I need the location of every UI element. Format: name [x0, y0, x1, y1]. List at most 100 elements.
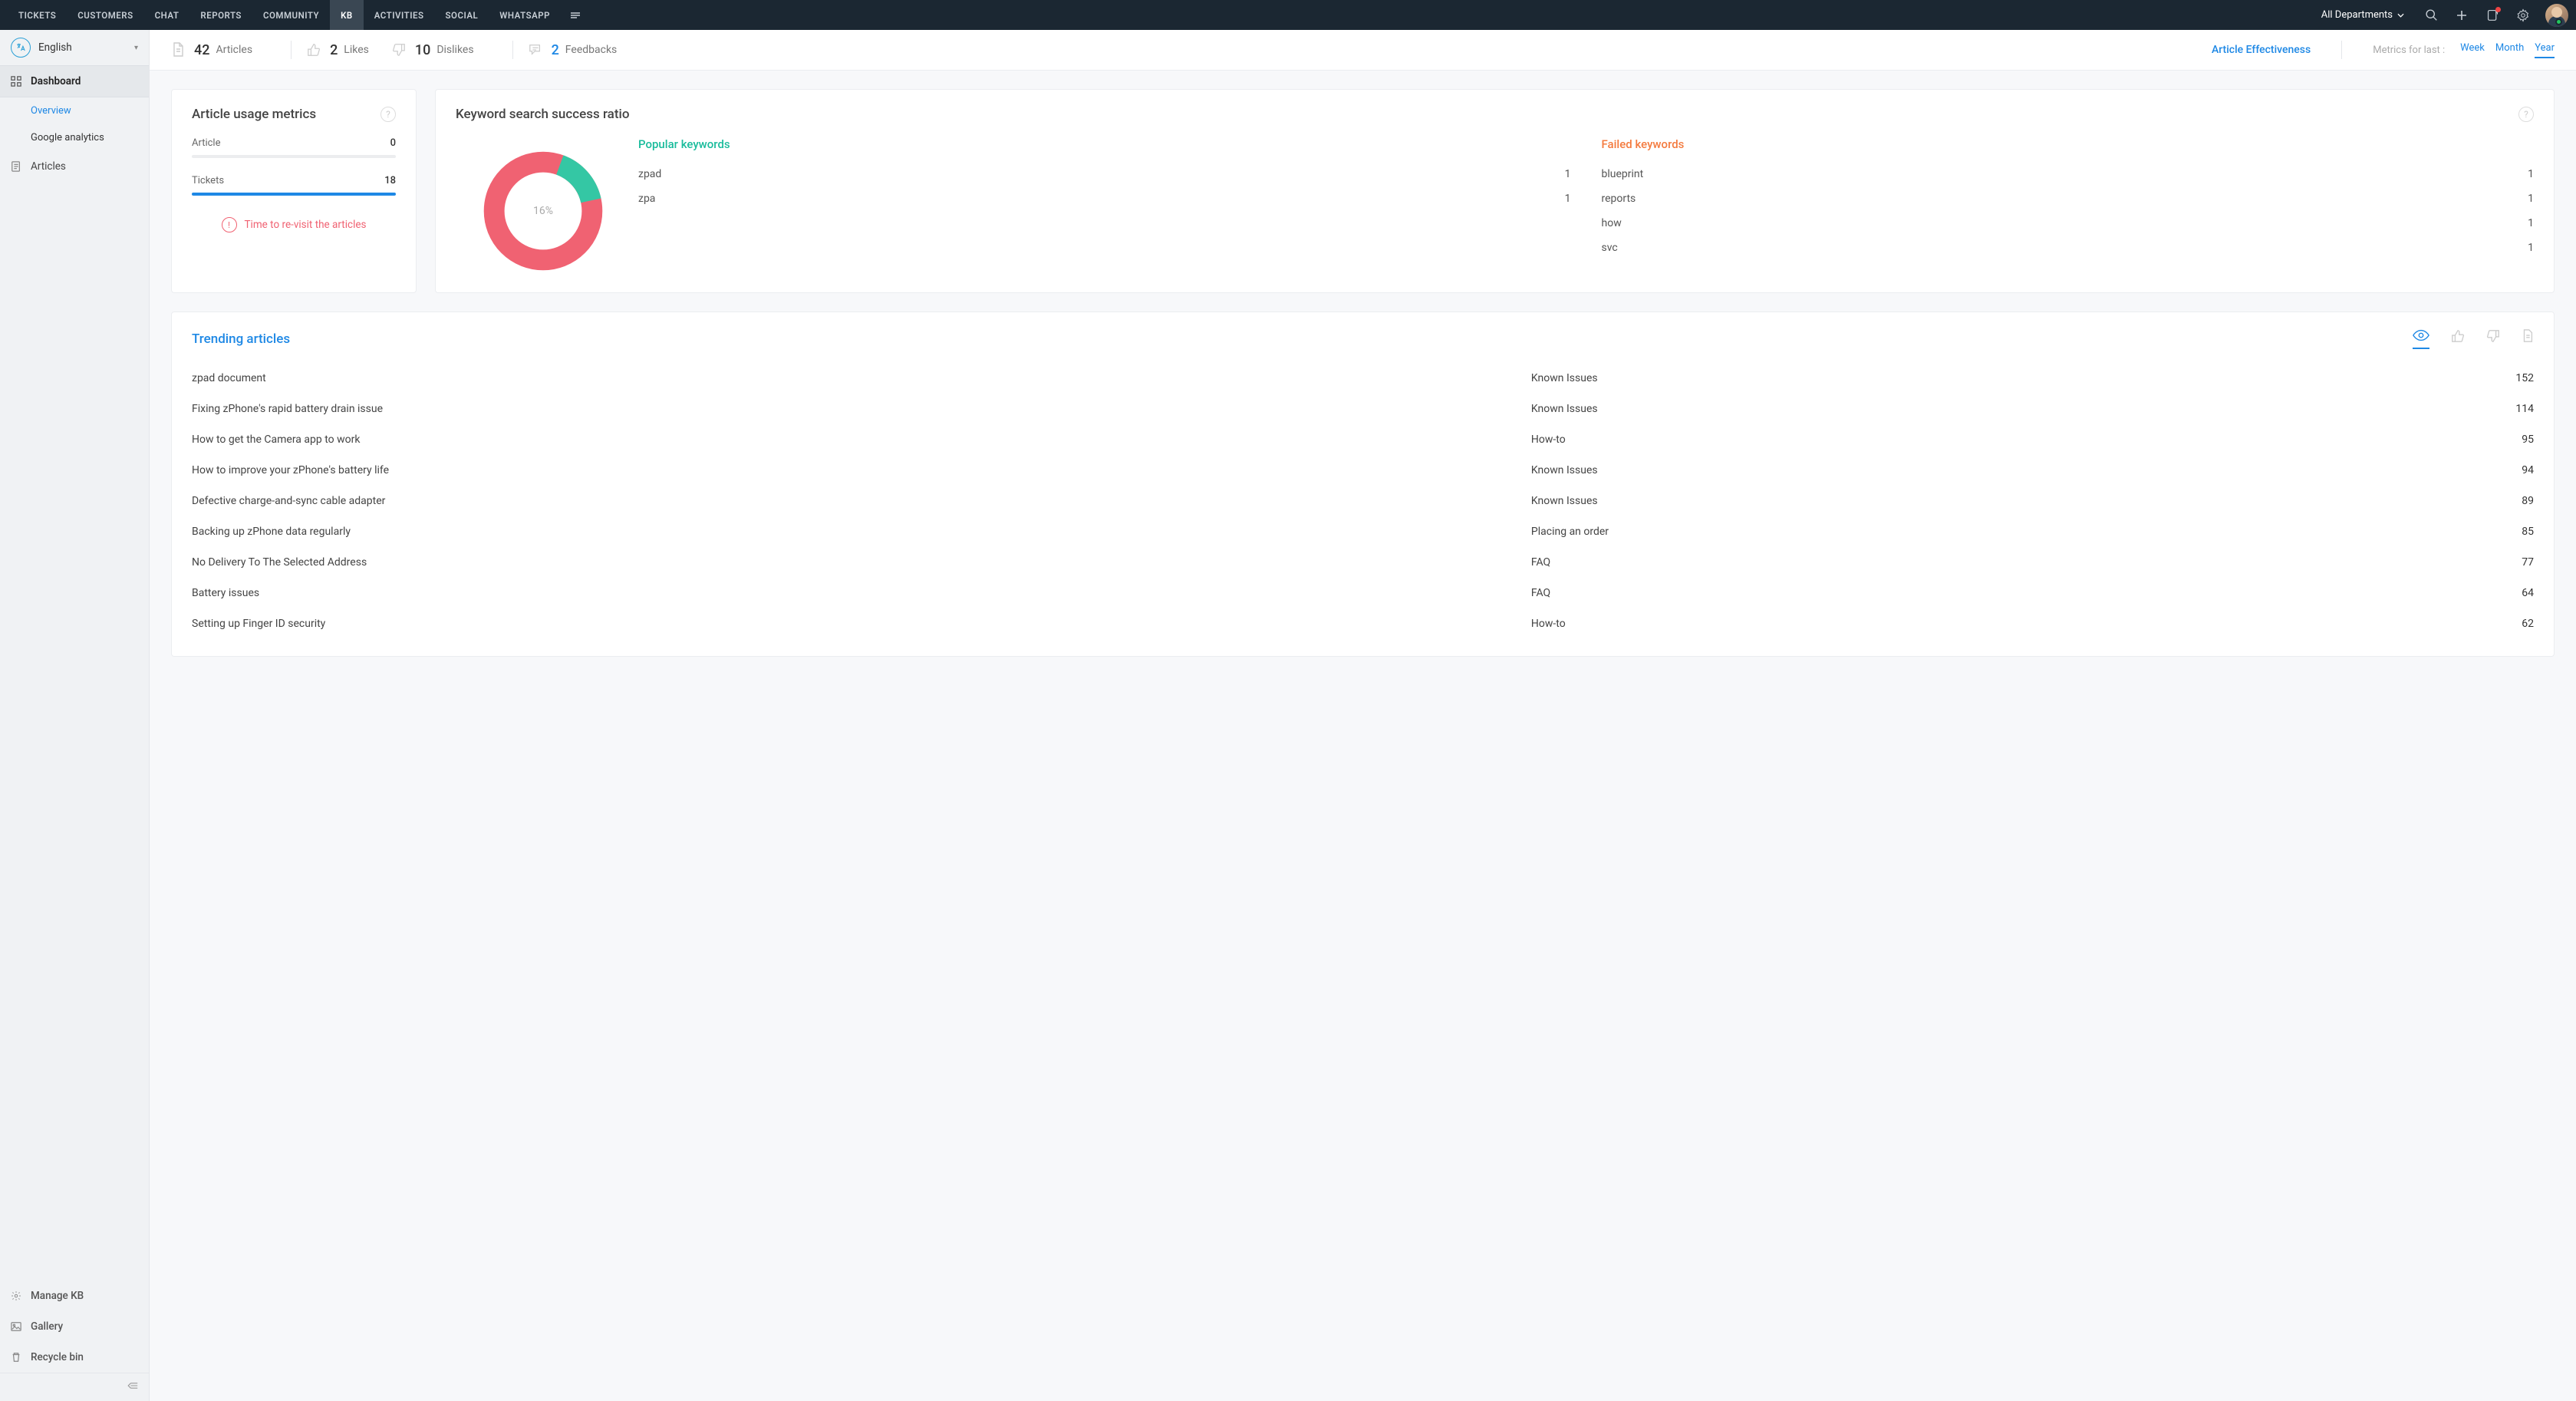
sort-feedbacks-button[interactable] — [2522, 329, 2534, 349]
manage-kb-label: Manage KB — [31, 1290, 84, 1302]
keyword-text: zpa — [638, 193, 655, 205]
dislikes-count: 10 — [415, 42, 430, 58]
department-label: All Departments — [2321, 9, 2393, 21]
article-views: 64 — [2488, 587, 2534, 599]
tab-social[interactable]: SOCIAL — [435, 0, 489, 30]
popular-keywords: Popular keywords zpad1zpa1 — [638, 137, 1571, 275]
tabs-overflow-button[interactable] — [561, 0, 590, 30]
metrics-label: Metrics for last : — [2373, 45, 2445, 56]
range-week[interactable]: Week — [2460, 42, 2485, 58]
keyword-text: reports — [1602, 193, 1636, 205]
image-icon — [11, 1321, 23, 1332]
keyword-text: how — [1602, 217, 1622, 229]
card-title: Keyword search success ratio — [456, 107, 629, 122]
help-button[interactable]: ? — [380, 107, 396, 122]
chevron-down-icon — [2397, 13, 2404, 18]
search-icon — [2425, 8, 2438, 21]
gear-icon — [11, 1291, 23, 1301]
keyword-count: 1 — [1565, 193, 1571, 205]
failed-keywords: Failed keywords blueprint1reports1how1sv… — [1602, 137, 2535, 275]
department-selector[interactable]: All Departments — [2312, 9, 2413, 21]
article-title[interactable]: How to improve your zPhone's battery lif… — [192, 464, 1531, 476]
tab-chat[interactable]: CHAT — [144, 0, 190, 30]
article-category: Known Issues — [1531, 495, 2488, 507]
divider — [291, 41, 292, 59]
summary-bar: 42 Articles 2 Likes 10 Dislikes — [150, 30, 2576, 71]
sidebar-item-articles[interactable]: Articles — [0, 151, 149, 182]
tab-reports[interactable]: REPORTS — [189, 0, 252, 30]
article-views: 62 — [2488, 618, 2534, 630]
add-button[interactable] — [2449, 0, 2475, 30]
article-title[interactable]: Backing up zPhone data regularly — [192, 526, 1531, 538]
article-title[interactable]: Fixing zPhone's rapid battery drain issu… — [192, 403, 1531, 415]
document-icon — [171, 42, 185, 58]
feedbacks-label: Feedbacks — [565, 44, 617, 56]
sidebar-item-gallery[interactable]: Gallery — [0, 1311, 149, 1342]
donut-center-label: 16% — [479, 147, 608, 275]
collapse-icon — [126, 1381, 138, 1390]
user-status-indicator — [2555, 18, 2562, 25]
article-title[interactable]: Defective charge-and-sync cable adapter — [192, 495, 1531, 507]
keyword-row[interactable]: zpad1 — [638, 162, 1571, 186]
sort-views-button[interactable] — [2413, 329, 2429, 349]
tab-activities[interactable]: ACTIVITIES — [364, 0, 435, 30]
donut-chart: 16% — [479, 147, 608, 275]
article-category: FAQ — [1531, 556, 2488, 569]
language-selector[interactable]: English ▾ — [0, 30, 149, 65]
sort-dislikes-button[interactable] — [2486, 329, 2500, 349]
keyword-row[interactable]: svc 1 — [1602, 236, 2535, 260]
card-title: Article usage metrics — [192, 107, 316, 122]
article-title[interactable]: zpad document — [192, 372, 1531, 384]
article-views: 94 — [2488, 464, 2534, 476]
gallery-label: Gallery — [31, 1320, 63, 1333]
keyword-count: 1 — [2528, 242, 2534, 254]
card-keyword-search: Keyword search success ratio ? 16% Popul… — [435, 89, 2555, 293]
article-title[interactable]: Setting up Finger ID security — [192, 618, 1531, 630]
keyword-text: blueprint — [1602, 168, 1644, 180]
article-title[interactable]: How to get the Camera app to work — [192, 433, 1531, 446]
sidebar-item-overview[interactable]: Overview — [0, 97, 149, 124]
range-year[interactable]: Year — [2535, 42, 2555, 58]
tab-whatsapp[interactable]: WHATSAPP — [489, 0, 561, 30]
keyword-text: zpad — [638, 168, 661, 180]
document-icon — [11, 161, 23, 172]
revisit-text: Time to re-visit the articles — [245, 219, 367, 231]
keyword-row[interactable]: reports1 — [1602, 186, 2535, 211]
trending-row: Backing up zPhone data regularlyPlacing … — [192, 516, 2534, 547]
sidebar-item-google-analytics[interactable]: Google analytics — [0, 124, 149, 151]
search-button[interactable] — [2418, 0, 2444, 30]
article-title[interactable]: Battery issues — [192, 587, 1531, 599]
plus-icon — [2456, 9, 2468, 21]
sidebar-item-dashboard[interactable]: Dashboard — [0, 65, 149, 97]
sidebar-collapse-button[interactable] — [0, 1373, 149, 1401]
article-category: Known Issues — [1531, 464, 2488, 476]
tab-customers[interactable]: CUSTOMERS — [67, 0, 143, 30]
article-title[interactable]: No Delivery To The Selected Address — [192, 556, 1531, 569]
notifications-button[interactable] — [2479, 0, 2505, 30]
article-views: 95 — [2488, 433, 2534, 446]
tab-community[interactable]: COMMUNITY — [252, 0, 330, 30]
keyword-row[interactable]: blueprint1 — [1602, 162, 2535, 186]
trend-sort-icons — [2413, 329, 2534, 349]
gear-icon — [2516, 8, 2530, 22]
stat-feedbacks[interactable]: 2 Feedbacks — [529, 42, 618, 58]
help-button[interactable]: ? — [2518, 107, 2534, 122]
settings-button[interactable] — [2510, 0, 2536, 30]
article-views: 114 — [2488, 403, 2534, 415]
range-month[interactable]: Month — [2495, 42, 2524, 58]
trending-row: How to improve your zPhone's battery lif… — [192, 455, 2534, 486]
keyword-text: svc — [1602, 242, 1618, 254]
sidebar-item-manage-kb[interactable]: Manage KB — [0, 1281, 149, 1311]
tab-tickets[interactable]: TICKETS — [8, 0, 67, 30]
likes-label: Likes — [344, 44, 369, 56]
article-effectiveness-link[interactable]: Article Effectiveness — [2212, 44, 2311, 56]
translate-icon — [11, 38, 31, 58]
tab-kb[interactable]: KB — [330, 0, 364, 30]
keyword-row[interactable]: zpa 1 — [638, 186, 1571, 211]
articles-label: Articles — [31, 160, 66, 173]
article-category: Known Issues — [1531, 403, 2488, 415]
sort-likes-button[interactable] — [2451, 329, 2465, 349]
keyword-row[interactable]: how1 — [1602, 211, 2535, 236]
sidebar-item-recycle-bin[interactable]: Recycle bin — [0, 1342, 149, 1373]
trending-row: Battery issuesFAQ64 — [192, 578, 2534, 608]
